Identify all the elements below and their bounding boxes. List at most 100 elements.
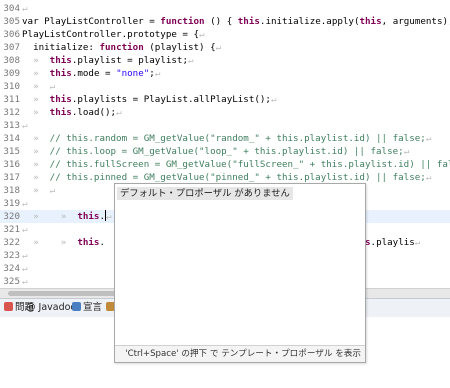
line-number: 314 (3, 133, 20, 144)
code-text: » ↵ (22, 184, 55, 197)
line-end-marker: ↵ (49, 81, 56, 92)
code-text: » // this.fullScreen = GM_getValue("full… (22, 158, 450, 171)
line-number: 315 (3, 146, 20, 157)
tab-javadoc[interactable]: @ Javadoc (24, 299, 76, 317)
line-number: 316 (3, 159, 20, 170)
code-text: » this.load();↵ (22, 106, 122, 119)
line-number: 311 (3, 94, 20, 105)
code-token: , arguments); (381, 16, 450, 27)
code-text: ↵ (22, 262, 28, 275)
line-number: 317 (3, 172, 20, 183)
code-line[interactable]: 311 » this.playlists = PlayList.allPlayL… (0, 93, 450, 106)
code-token: this (49, 107, 72, 118)
line-number: 325 (3, 276, 20, 287)
code-text: ↵ (22, 119, 28, 132)
line-end-marker: ↵ (154, 68, 161, 79)
whitespace-marker: » (22, 172, 50, 183)
code-line[interactable]: 308 » this.playlist = playlist;↵ (0, 54, 450, 67)
line-number: 305 (3, 16, 20, 27)
whitespace-marker: » » (22, 237, 78, 248)
line-number: 318 (3, 185, 20, 196)
code-token: this (49, 55, 72, 66)
code-text: » ↵ (22, 80, 55, 93)
code-line[interactable]: 304 ↵ (0, 2, 450, 15)
content-assist-status: 'Ctrl+Space' の押下 で テンプレート・プロポーザル を表示 (115, 345, 365, 362)
code-token: this (359, 16, 382, 27)
line-end-marker: ↵ (116, 107, 122, 118)
whitespace-marker: » (22, 68, 50, 79)
whitespace-marker: » (22, 81, 50, 92)
code-token: this (49, 94, 72, 105)
code-text: ↵ (22, 2, 28, 15)
whitespace-marker: » (22, 55, 50, 66)
code-token: function (160, 16, 205, 27)
code-token: .playlists = PlayList.allPlayList(); (71, 94, 271, 105)
code-text: var PlayListController = function () { t… (22, 15, 450, 28)
code-text: PlayListController.prototype = {↵ (22, 28, 205, 41)
code-token: // this.pinned = GM_getValue("pinned_" +… (49, 172, 426, 183)
line-number: 310 (3, 81, 20, 92)
whitespace-marker: » (22, 94, 50, 105)
line-number: 322 (3, 237, 20, 248)
line-number: 309 (3, 68, 20, 79)
whitespace-marker (22, 42, 33, 53)
line-end-marker: ↵ (22, 263, 28, 274)
code-line[interactable]: 314 » // this.random = GM_getValue("rand… (0, 132, 450, 145)
tab-declaration[interactable]: 宣言 (70, 299, 102, 317)
code-text: ↵ (22, 223, 28, 236)
status-text: 'Ctrl+Space' の押下 で テンプレート・プロポーザル を表示 (125, 349, 361, 359)
code-line[interactable]: 306 PlayListController.prototype = {↵ (0, 28, 450, 41)
code-line[interactable]: 310 » ↵ (0, 80, 450, 93)
declaration-icon (72, 302, 81, 311)
code-text: ↵ (22, 197, 28, 210)
code-token: var PlayListController = (22, 16, 161, 27)
code-line[interactable]: 309 » this.mode = "none";↵ (0, 67, 450, 80)
code-text: » this.playlists = PlayList.allPlayList(… (22, 93, 277, 106)
whitespace-marker: » (22, 159, 50, 170)
line-end-marker: ↵ (187, 55, 194, 66)
line-number: 323 (3, 250, 20, 261)
line-number: 321 (3, 224, 20, 235)
line-end-marker: ↵ (22, 276, 28, 287)
code-text: » » this.↵ (22, 210, 112, 223)
code-text: » // this.random = GM_getValue("random_"… (22, 132, 431, 145)
line-end-marker: ↵ (22, 3, 28, 14)
line-end-marker: ↵ (270, 94, 277, 105)
code-text: » this.playlist = playlist;↵ (22, 54, 194, 67)
line-end-marker: ↵ (425, 172, 432, 183)
line-end-marker: ↵ (403, 146, 410, 157)
code-token: .playlist = playlist; (71, 55, 188, 66)
line-end-marker: ↵ (425, 133, 432, 144)
line-number: 306 (3, 29, 20, 40)
code-line[interactable]: 305 var PlayListController = function () … (0, 15, 450, 28)
code-line[interactable]: 313 ↵ (0, 119, 450, 132)
line-number: 319 (3, 198, 20, 209)
code-token: this (237, 16, 260, 27)
line-end-marker: ↵ (199, 29, 205, 40)
code-token: this (49, 68, 72, 79)
line-number: 308 (3, 55, 20, 66)
code-line[interactable]: 316 » // this.fullScreen = GM_getValue("… (0, 158, 450, 171)
code-token: // this.fullScreen = GM_getValue("fullSc… (49, 159, 450, 170)
code-line[interactable]: 312 » this.load();↵ (0, 106, 450, 119)
code-token: .load(); (71, 107, 117, 118)
code-line[interactable]: 315 » // this.loop = GM_getValue("loop_"… (0, 145, 450, 158)
whitespace-marker: » (22, 185, 50, 196)
code-token: // this.random = GM_getValue("random_" +… (49, 133, 426, 144)
code-token: this (77, 237, 100, 248)
whitespace-marker: » (22, 146, 50, 157)
code-token: .playlis (370, 237, 415, 248)
proposal-item[interactable]: デフォルト・プロポーザル がありません (117, 187, 293, 200)
line-number: 313 (3, 120, 20, 131)
line-number: 307 (3, 42, 20, 53)
line-end-marker: ↵ (49, 185, 56, 196)
code-token: this (77, 211, 100, 222)
line-end-marker: ↵ (22, 120, 28, 131)
line-end-marker: ↵ (414, 237, 421, 248)
line-end-marker: ↵ (22, 198, 28, 209)
code-text: » // this.loop = GM_getValue("loop_" + t… (22, 145, 409, 158)
code-token: () { (204, 16, 238, 27)
code-line[interactable]: 307 initialize: function (playlist) {↵ (0, 41, 450, 54)
line-number: 324 (3, 263, 20, 274)
code-token: function (99, 42, 144, 53)
